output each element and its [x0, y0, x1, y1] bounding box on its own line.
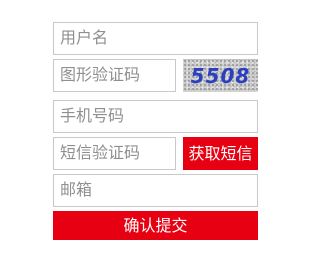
username-placeholder: 用户名 [60, 28, 109, 47]
email-placeholder: 邮箱 [60, 180, 93, 199]
captcha-placeholder: 图形验证码 [60, 65, 141, 84]
get-sms-button[interactable]: 获取短信 [183, 137, 258, 170]
submit-button[interactable]: 确认提交 [53, 211, 258, 240]
captcha-image[interactable]: 5508 [183, 59, 258, 92]
captcha-input[interactable]: 图形验证码 [53, 59, 176, 92]
phone-placeholder: 手机号码 [60, 106, 125, 125]
sms-code-placeholder: 短信验证码 [60, 143, 141, 162]
sms-code-input[interactable]: 短信验证码 [53, 137, 176, 170]
email-input[interactable]: 邮箱 [53, 174, 258, 207]
phone-input[interactable]: 手机号码 [53, 100, 258, 133]
captcha-code: 5508 [190, 63, 251, 88]
username-input[interactable]: 用户名 [53, 22, 258, 55]
